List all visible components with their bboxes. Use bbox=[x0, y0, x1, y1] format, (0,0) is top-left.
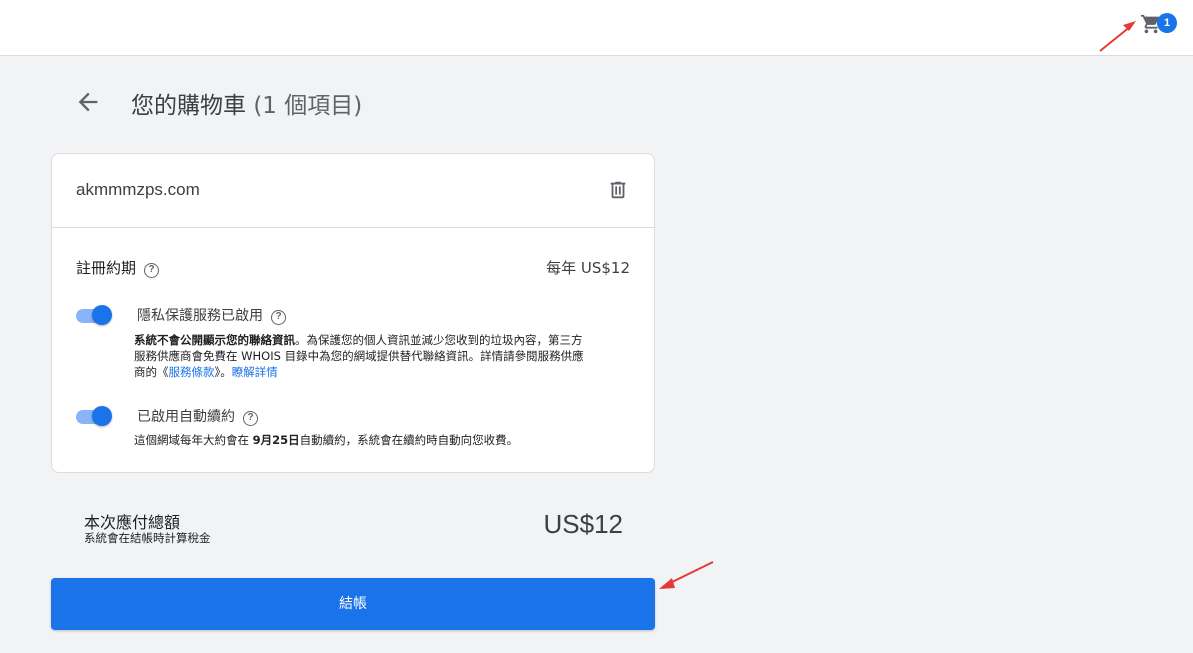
learn-more-link[interactable]: 瞭解詳情 bbox=[232, 365, 278, 379]
cart-item-header: akmmmzps.com bbox=[52, 154, 654, 228]
top-bar: 1 bbox=[0, 0, 1193, 56]
terms-of-service-link[interactable]: 服務條款 bbox=[169, 365, 215, 379]
cart-count-badge: 1 bbox=[1157, 13, 1177, 33]
renew-date: 9月25日 bbox=[252, 433, 300, 447]
auto-renew-title: 已啟用自動續約? bbox=[137, 406, 258, 426]
help-icon[interactable]: ? bbox=[271, 310, 286, 325]
privacy-title: 隱私保護服務已啟用? bbox=[137, 305, 286, 325]
cart-button[interactable]: 1 bbox=[1138, 11, 1180, 39]
item-count: (1 個項目) bbox=[253, 93, 363, 119]
toggle-knob bbox=[92, 406, 112, 426]
privacy-desc-after: 》。 bbox=[214, 365, 232, 379]
auto-renew-desc-after: 自動續約，系統會在續約時自動向您收費。 bbox=[299, 433, 519, 447]
tax-note: 系統會在結帳時計算稅金 bbox=[84, 531, 211, 545]
annotation-arrow-checkout bbox=[659, 561, 714, 589]
toggle-knob bbox=[92, 305, 112, 325]
back-button[interactable] bbox=[74, 88, 102, 116]
total-amount: US$12 bbox=[543, 509, 624, 539]
domain-name: akmmmzps.com bbox=[76, 180, 200, 199]
delete-button[interactable] bbox=[607, 178, 629, 202]
help-icon[interactable]: ? bbox=[144, 263, 160, 278]
arrow-back-icon bbox=[78, 92, 98, 112]
auto-renew-desc-before: 這個網域每年大約會在 bbox=[134, 433, 253, 447]
trash-icon bbox=[610, 181, 626, 199]
page-title: 您的購物車 (1 個項目) bbox=[131, 86, 362, 120]
cart-item-card: akmmmzps.com 註冊約期? 每年 US$12 隱私保護服務已啟用? 系… bbox=[51, 153, 655, 473]
yearly-price: 每年 US$12 bbox=[546, 259, 630, 277]
auto-renew-description: 這個網域每年大約會在 9月25日自動續約，系統會在續約時自動向您收費。 bbox=[134, 432, 604, 448]
privacy-desc-bold: 系統不會公開顯示您的聯絡資訊 bbox=[134, 333, 295, 347]
privacy-title-text: 隱私保護服務已啟用 bbox=[137, 308, 263, 324]
checkout-button[interactable]: 結帳 bbox=[51, 578, 655, 630]
help-icon[interactable]: ? bbox=[243, 411, 258, 426]
page-title-text: 您的購物車 bbox=[131, 93, 246, 119]
privacy-description: 系統不會公開顯示您的聯絡資訊。為保護您的個人資訊並減少您收到的垃圾內容，第三方服… bbox=[134, 332, 584, 380]
registration-term: 註冊約期? bbox=[76, 257, 160, 278]
auto-renew-title-text: 已啟用自動續約 bbox=[137, 409, 235, 425]
privacy-toggle[interactable] bbox=[76, 305, 112, 325]
registration-term-label: 註冊約期 bbox=[76, 259, 137, 277]
auto-renew-toggle[interactable] bbox=[76, 406, 112, 426]
